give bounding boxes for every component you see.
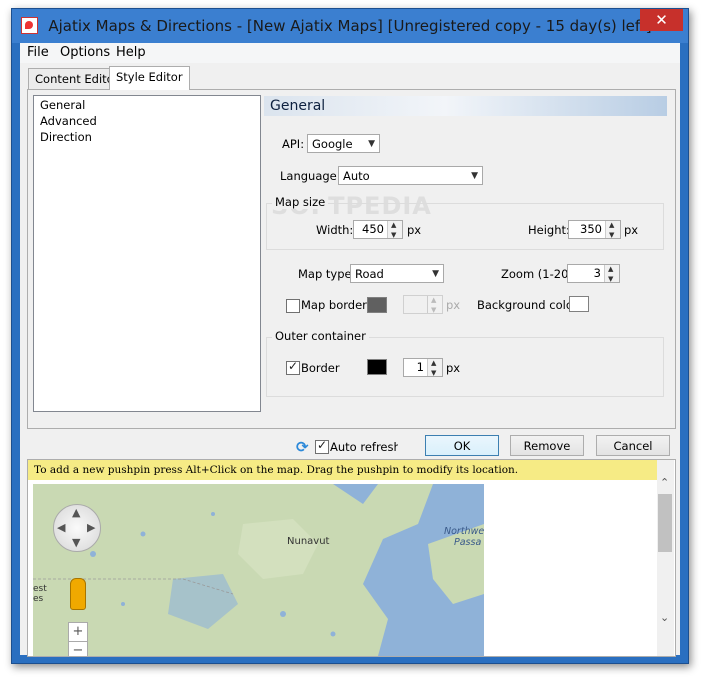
- menu-bar: File Options Help: [20, 43, 680, 63]
- spin-arrows-icon[interactable]: [605, 217, 620, 244]
- api-label: API:: [282, 137, 305, 151]
- zoom-in-button[interactable]: +: [68, 622, 88, 642]
- height-value: 350: [580, 222, 602, 236]
- map-label-passage: Passa: [454, 537, 482, 548]
- section-title: General: [264, 96, 667, 116]
- map-scrollbar[interactable]: ⌃ ⌄: [657, 460, 674, 656]
- info-bar: To add a new pushpin press Alt+Click on …: [28, 460, 662, 480]
- title-bar[interactable]: Ajatix Maps & Directions - [New Ajatix M…: [12, 9, 688, 43]
- width-stepper[interactable]: 450: [353, 217, 403, 244]
- outer-border-color-swatch[interactable]: [367, 359, 387, 375]
- auto-refresh-checkbox[interactable]: [315, 438, 329, 454]
- pan-left-icon[interactable]: ◀: [57, 521, 65, 534]
- zoom-in-icon: +: [72, 624, 84, 639]
- map-size-title: Map size: [272, 195, 329, 209]
- map-border-unit: px: [446, 298, 461, 312]
- pan-right-icon[interactable]: ▶: [87, 521, 95, 534]
- map-border-width-stepper: [403, 292, 443, 319]
- tree-item-general[interactable]: General: [40, 98, 85, 112]
- ok-button[interactable]: OK: [425, 435, 499, 456]
- window-title: Ajatix Maps & Directions - [New Ajatix M…: [48, 17, 652, 35]
- map-label-nunavut: Nunavut: [287, 536, 330, 547]
- background-color-swatch[interactable]: [569, 296, 589, 312]
- width-label: Width:: [316, 223, 354, 237]
- spin-arrows-icon[interactable]: [387, 217, 402, 244]
- street-view-pegman-icon[interactable]: [70, 578, 86, 610]
- spin-arrows-icon[interactable]: [427, 355, 442, 382]
- map-type-label: Map type:: [298, 267, 356, 281]
- height-label: Height:: [528, 223, 570, 237]
- auto-refresh-label[interactable]: Auto refresh: [330, 440, 398, 454]
- chevron-down-icon: ▼: [432, 269, 439, 279]
- client-area: File Options Help Content Editor Style E…: [20, 43, 680, 657]
- width-value: 450: [362, 222, 384, 236]
- map-pan-control[interactable]: ▲ ▼ ◀ ▶: [53, 504, 101, 552]
- api-value: Google: [312, 137, 353, 151]
- section-tree: General Advanced Direction: [33, 95, 261, 412]
- tab-style-editor[interactable]: Style Editor: [109, 66, 190, 90]
- zoom-out-icon: −: [72, 643, 84, 656]
- map-border-color-swatch[interactable]: [367, 297, 387, 313]
- outer-border-checkbox[interactable]: [286, 359, 300, 375]
- scroll-thumb[interactable]: [658, 494, 672, 552]
- outer-border-label[interactable]: Border: [301, 361, 340, 375]
- map-tiles: [33, 484, 484, 656]
- language-value: Auto: [343, 169, 370, 183]
- tree-item-advanced[interactable]: Advanced: [40, 114, 97, 128]
- spin-arrows-icon[interactable]: [604, 261, 619, 288]
- chevron-down-icon: ▼: [471, 171, 478, 181]
- map-type-select[interactable]: Road ▼: [350, 264, 444, 283]
- map-type-value: Road: [355, 267, 384, 281]
- width-unit: px: [407, 223, 422, 237]
- map-preview-frame: To add a new pushpin press Alt+Click on …: [27, 459, 676, 657]
- language-label: Language:: [280, 169, 341, 183]
- chevron-down-icon: ▼: [368, 139, 375, 149]
- app-window: Ajatix Maps & Directions - [New Ajatix M…: [11, 8, 689, 664]
- remove-button[interactable]: Remove: [510, 435, 584, 456]
- outer-border-unit: px: [446, 361, 461, 375]
- map-preview[interactable]: Nunavut Northwe Passa est es ▲ ▼ ◀ ▶ + −: [33, 484, 484, 656]
- pan-up-icon[interactable]: ▲: [72, 506, 80, 519]
- outer-container-title: Outer container: [272, 329, 369, 343]
- spin-arrows-icon: [427, 292, 442, 319]
- menu-options[interactable]: Options: [60, 45, 110, 60]
- map-label-west: est: [33, 584, 47, 594]
- zoom-stepper[interactable]: 3: [567, 261, 620, 288]
- close-icon: ✕: [655, 11, 668, 29]
- outer-border-width-stepper[interactable]: 1: [403, 355, 443, 382]
- map-border-label[interactable]: Map border: [301, 298, 367, 312]
- map-label-es: es: [33, 594, 44, 604]
- pan-down-icon[interactable]: ▼: [72, 536, 80, 549]
- language-select[interactable]: Auto ▼: [338, 166, 483, 185]
- cancel-button[interactable]: Cancel: [596, 435, 670, 456]
- scroll-up-icon[interactable]: ⌃: [660, 476, 669, 489]
- zoom-out-button[interactable]: −: [68, 641, 88, 656]
- api-select[interactable]: Google ▼: [307, 134, 380, 153]
- background-color-label: Background color:: [477, 298, 582, 312]
- map-label-northwest: Northwe: [444, 526, 484, 537]
- outer-border-width-value: 1: [416, 360, 424, 374]
- menu-file[interactable]: File: [27, 45, 49, 60]
- height-unit: px: [624, 223, 639, 237]
- map-border-checkbox[interactable]: [286, 299, 300, 313]
- style-editor-panel: General Advanced Direction General SOFTP…: [27, 89, 676, 429]
- height-stepper[interactable]: 350: [568, 217, 621, 244]
- menu-help[interactable]: Help: [116, 45, 146, 60]
- scroll-down-icon[interactable]: ⌄: [660, 611, 669, 624]
- zoom-label: Zoom (1-20):: [501, 267, 577, 281]
- close-button[interactable]: ✕: [640, 9, 683, 31]
- refresh-icon[interactable]: ⟳: [296, 439, 312, 455]
- tree-item-direction[interactable]: Direction: [40, 130, 92, 144]
- zoom-value: 3: [593, 266, 601, 280]
